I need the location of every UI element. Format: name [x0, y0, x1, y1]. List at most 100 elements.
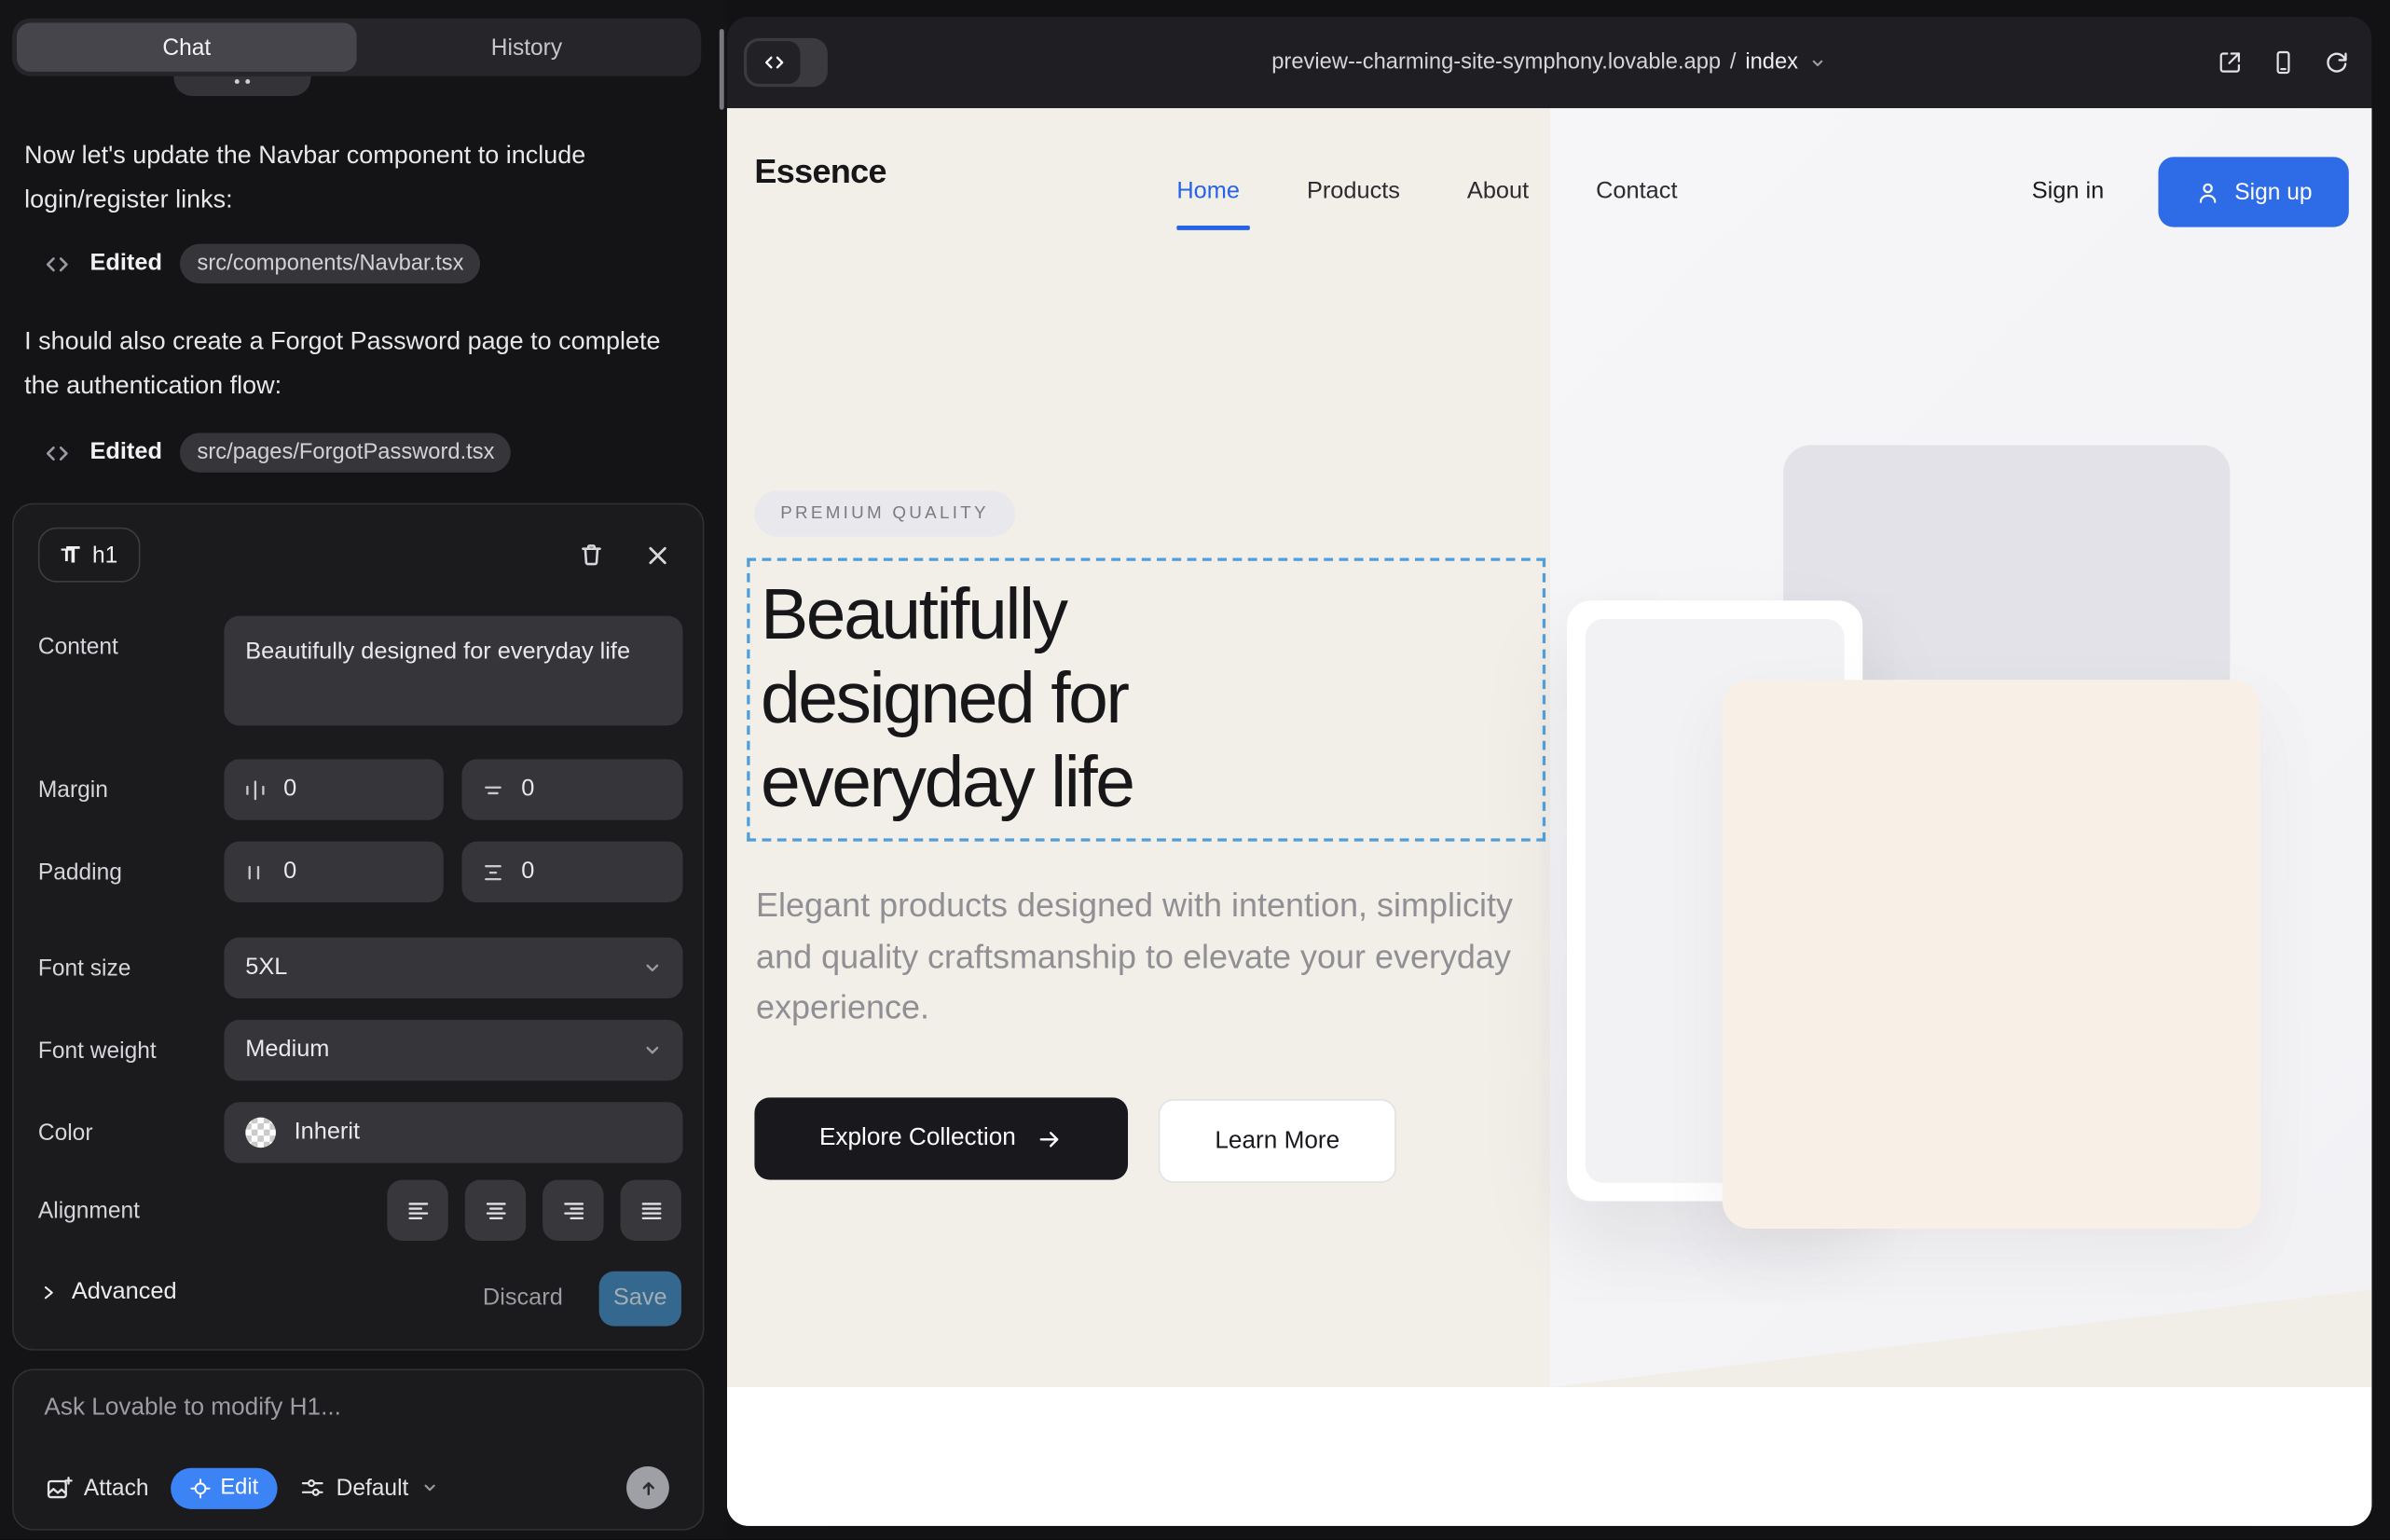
- padding-x-input[interactable]: 0: [224, 842, 443, 902]
- composer-toolbar: Attach Edit Default: [44, 1464, 684, 1510]
- hero-heading[interactable]: Beautifully designed for everyday life: [761, 571, 1133, 823]
- font-weight-value: Medium: [245, 1037, 329, 1064]
- file-chip[interactable]: src/pages/ForgotPassword.tsx: [181, 433, 512, 473]
- edit-mode-button[interactable]: Edit: [170, 1467, 276, 1508]
- edited-file-row[interactable]: Edited src/pages/ForgotPassword.tsx: [43, 433, 512, 473]
- font-size-select[interactable]: 5XL: [224, 938, 682, 998]
- image-plus-icon: [44, 1473, 73, 1502]
- h1-selection-outline[interactable]: Beautifully designed for everyday life: [747, 557, 1545, 841]
- type-icon: TT: [61, 542, 79, 568]
- file-chip[interactable]: src/components/Navbar.tsx: [181, 244, 481, 284]
- edited-file-row[interactable]: Edited src/components/Navbar.tsx: [43, 244, 481, 284]
- advanced-toggle[interactable]: Advanced: [38, 1279, 177, 1306]
- align-right-button[interactable]: [543, 1180, 603, 1241]
- padding-horizontal-icon: [242, 859, 268, 885]
- section-below-hero: [727, 1387, 2371, 1526]
- element-editor-panel: TT h1 Content Beautifully designed for e…: [12, 503, 704, 1351]
- arrow-right-icon: [1037, 1126, 1064, 1152]
- hero-paragraph: Elegant products designed with intention…: [756, 880, 1518, 1033]
- site-nav: Home Products About Contact: [1176, 178, 1677, 205]
- chat-history-tabs: Chat History: [12, 19, 701, 76]
- arrow-up-icon: [637, 1477, 660, 1500]
- open-external-icon[interactable]: [2217, 48, 2244, 76]
- margin-horizontal-icon: [242, 777, 268, 803]
- refresh-icon[interactable]: [2323, 48, 2350, 76]
- discard-button[interactable]: Discard: [470, 1285, 576, 1312]
- premium-quality-badge: PREMIUM QUALITY: [754, 491, 1014, 537]
- chat-composer[interactable]: Ask Lovable to modify H1... Attach Edit: [12, 1368, 704, 1530]
- chevron-down-icon: [419, 1478, 441, 1499]
- chat-panel: Chat History Now let's update the Navbar…: [0, 0, 727, 1540]
- font-weight-select[interactable]: Medium: [224, 1020, 682, 1080]
- chevron-right-icon: [38, 1282, 60, 1303]
- align-center-button[interactable]: [465, 1180, 526, 1241]
- tab-history[interactable]: History: [357, 23, 697, 72]
- padding-y-input[interactable]: 0: [461, 842, 682, 902]
- margin-x-input[interactable]: 0: [224, 759, 443, 819]
- color-label: Color: [38, 1121, 93, 1147]
- edit-label: Edit: [220, 1476, 258, 1500]
- url-bar[interactable]: preview--charming-site-symphony.lovable.…: [727, 17, 2371, 108]
- previous-message-bubble: [173, 76, 310, 96]
- sign-up-button[interactable]: Sign up: [2158, 157, 2348, 227]
- sign-in-link[interactable]: Sign in: [2032, 178, 2105, 205]
- site-preview: Essence Home Products About Contact Sign…: [727, 108, 2371, 1526]
- composer-placeholder[interactable]: Ask Lovable to modify H1...: [44, 1395, 340, 1422]
- preview-toolbar: preview--charming-site-symphony.lovable.…: [727, 17, 2371, 108]
- margin-x-value: 0: [283, 776, 296, 803]
- padding-x-value: 0: [283, 859, 296, 886]
- tab-chat[interactable]: Chat: [17, 23, 357, 72]
- learn-more-button[interactable]: Learn More: [1159, 1099, 1396, 1183]
- save-button[interactable]: Save: [599, 1272, 681, 1327]
- chat-scrollbar[interactable]: [720, 29, 724, 110]
- code-icon: [43, 438, 72, 467]
- padding-label: Padding: [38, 859, 122, 886]
- margin-label: Margin: [38, 777, 108, 804]
- font-size-label: Font size: [38, 956, 131, 982]
- padding-y-value: 0: [521, 859, 534, 886]
- explore-collection-button[interactable]: Explore Collection: [754, 1097, 1128, 1179]
- element-tag-pill[interactable]: TT h1: [38, 528, 141, 583]
- sign-up-label: Sign up: [2234, 179, 2312, 205]
- lovable-app: Chat History Now let's update the Navbar…: [0, 0, 2390, 1540]
- element-tag-name: h1: [92, 542, 117, 568]
- chevron-down-icon: [1807, 52, 1827, 72]
- color-value: Inherit: [295, 1119, 360, 1146]
- delete-element-button[interactable]: [574, 538, 608, 571]
- margin-y-value: 0: [521, 776, 534, 803]
- edited-label: Edited: [89, 439, 161, 466]
- mode-select[interactable]: Default: [298, 1474, 441, 1501]
- explore-collection-label: Explore Collection: [819, 1125, 1016, 1152]
- padding-vertical-icon: [480, 859, 506, 885]
- nav-link-products[interactable]: Products: [1307, 178, 1400, 205]
- nav-link-about[interactable]: About: [1467, 178, 1529, 205]
- margin-vertical-icon: [480, 777, 506, 803]
- nav-link-home[interactable]: Home: [1176, 178, 1240, 205]
- preview-window: preview--charming-site-symphony.lovable.…: [727, 17, 2371, 1526]
- mode-label: Default: [337, 1475, 409, 1501]
- align-justify-button[interactable]: [621, 1180, 681, 1241]
- nav-active-underline: [1176, 226, 1249, 230]
- chevron-down-icon: [640, 1038, 665, 1063]
- attach-button[interactable]: Attach: [44, 1473, 148, 1502]
- color-select[interactable]: Inherit: [224, 1102, 682, 1162]
- align-left-button[interactable]: [387, 1180, 447, 1241]
- mobile-view-icon[interactable]: [2270, 48, 2297, 76]
- margin-y-input[interactable]: 0: [461, 759, 682, 819]
- close-editor-button[interactable]: [640, 538, 674, 571]
- send-button[interactable]: [626, 1466, 669, 1509]
- url-separator: /: [1730, 50, 1737, 75]
- site-logo[interactable]: Essence: [754, 153, 886, 193]
- advanced-label: Advanced: [72, 1279, 177, 1306]
- user-icon: [2195, 179, 2221, 205]
- font-weight-label: Font weight: [38, 1038, 157, 1065]
- nav-link-contact[interactable]: Contact: [1596, 178, 1677, 205]
- url-page: index: [1745, 50, 1798, 75]
- content-input[interactable]: Beautifully designed for everyday life: [224, 616, 682, 726]
- assistant-message: I should also create a Forgot Password p…: [24, 320, 689, 408]
- sliders-icon: [298, 1474, 325, 1501]
- content-label: Content: [38, 634, 118, 660]
- target-icon: [188, 1477, 212, 1500]
- color-swatch: [245, 1118, 276, 1148]
- font-size-value: 5XL: [245, 955, 287, 982]
